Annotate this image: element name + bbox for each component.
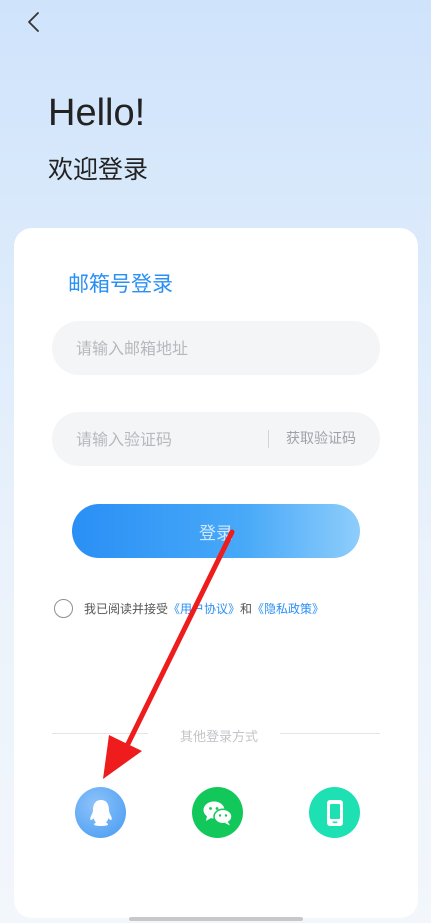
wechat-icon <box>203 801 233 825</box>
login-card: 邮箱号登录 获取验证码 登录 我已阅读并接受 《用户协议》 和 《隐私政策》 其… <box>14 228 418 918</box>
back-button[interactable] <box>22 10 46 34</box>
email-field[interactable] <box>52 321 380 375</box>
agreement-row: 我已阅读并接受 《用户协议》 和 《隐私政策》 <box>54 598 324 618</box>
other-login-label: 其他登录方式 <box>179 730 258 745</box>
agreement-prefix: 我已阅读并接受 <box>84 601 169 616</box>
qq-login-button[interactable] <box>75 787 126 838</box>
get-code-button[interactable]: 获取验证码 <box>286 412 356 466</box>
email-input[interactable] <box>76 321 356 375</box>
privacy-policy-link[interactable]: 《隐私政策》 <box>252 600 324 617</box>
greeting-title: Hello! <box>48 92 146 134</box>
chevron-left-icon <box>28 12 39 32</box>
divider-line-left <box>52 733 148 734</box>
phone-login-button[interactable] <box>309 787 360 838</box>
verification-code-input[interactable] <box>76 412 266 466</box>
phone-icon <box>326 799 343 826</box>
agreement-and: 和 <box>240 601 253 616</box>
login-method-title: 邮箱号登录 <box>68 272 173 296</box>
home-indicator <box>129 917 303 921</box>
other-login-divider: 其他登录方式 <box>52 726 380 746</box>
agreement-radio[interactable] <box>54 598 73 618</box>
welcome-subtitle: 欢迎登录 <box>48 155 149 184</box>
login-button[interactable]: 登录 <box>72 504 360 558</box>
field-divider <box>268 430 269 448</box>
qq-icon <box>89 799 112 826</box>
code-field[interactable]: 获取验证码 <box>52 412 380 466</box>
wechat-login-button[interactable] <box>192 787 243 838</box>
divider-line-right <box>280 733 380 734</box>
user-agreement-link[interactable]: 《用户协议》 <box>168 600 240 617</box>
